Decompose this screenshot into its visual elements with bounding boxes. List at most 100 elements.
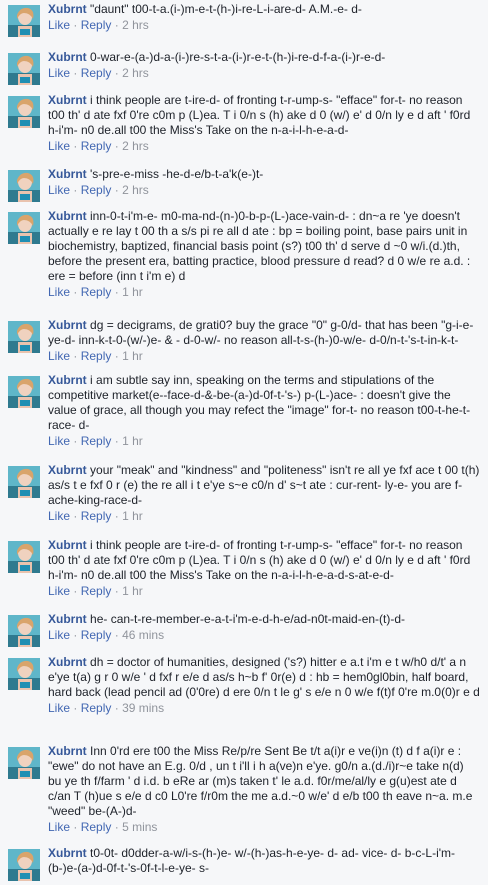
comment-text: i think people are t-ire-d- of fronting … <box>48 93 471 137</box>
separator-dot: · <box>114 66 119 80</box>
comment-body: Xubrnt inn-0-t-i'm-e- m0-ma-nd-(n-)0-b-p… <box>48 209 480 300</box>
separator-dot: · <box>73 285 78 299</box>
timestamp[interactable]: 1 hr <box>122 349 143 363</box>
comment-content: Xubrnt he- can-t-re-member-e-a-t-i'm-e-d… <box>48 612 480 627</box>
timestamp[interactable]: 1 hr <box>122 285 143 299</box>
reply-button[interactable]: Reply <box>81 434 112 448</box>
like-button[interactable]: Like <box>48 139 70 153</box>
avatar[interactable] <box>8 321 40 353</box>
comment-actions: Like · Reply · 1 hr <box>48 583 480 599</box>
reply-button[interactable]: Reply <box>81 183 112 197</box>
reply-button[interactable]: Reply <box>81 66 112 80</box>
like-button[interactable]: Like <box>48 183 70 197</box>
comment-actions: Like · Reply · 1 hr <box>48 433 480 449</box>
comment-text: i think people are t-ire-d- of fronting … <box>48 538 471 582</box>
comment-actions: Like · Reply · 1 hr <box>48 508 480 524</box>
separator-dot: · <box>114 434 119 448</box>
separator-dot: · <box>73 820 78 834</box>
separator-dot: · <box>114 820 119 834</box>
like-button[interactable]: Like <box>48 349 70 363</box>
author-name[interactable]: Xubrnt <box>48 167 87 181</box>
separator-dot: · <box>73 349 78 363</box>
author-name[interactable]: Xubrnt <box>48 318 87 332</box>
like-button[interactable]: Like <box>48 66 70 80</box>
avatar[interactable] <box>8 747 40 779</box>
author-name[interactable]: Xubrnt <box>48 93 87 107</box>
author-name[interactable]: Xubrnt <box>48 846 87 860</box>
comment-content: Xubrnt inn-0-t-i'm-e- m0-ma-nd-(n-)0-b-p… <box>48 209 480 284</box>
like-button[interactable]: Like <box>48 434 70 448</box>
separator-dot: · <box>73 584 78 598</box>
comment-content: Xubrnt i think people are t-ire-d- of fr… <box>48 538 480 583</box>
comment-body: Xubrnt your "meak" and "kindness" and "p… <box>48 463 480 524</box>
author-name[interactable]: Xubrnt <box>48 373 87 387</box>
author-name[interactable]: Xubrnt <box>48 612 87 626</box>
avatar[interactable] <box>8 376 40 408</box>
author-name[interactable]: Xubrnt <box>48 744 87 758</box>
author-name[interactable]: Xubrnt <box>48 2 87 16</box>
separator-dot: · <box>114 183 119 197</box>
like-button[interactable]: Like <box>48 584 70 598</box>
reply-button[interactable]: Reply <box>81 584 112 598</box>
reply-button[interactable]: Reply <box>81 139 112 153</box>
separator-dot: · <box>73 139 78 153</box>
avatar[interactable] <box>8 96 40 128</box>
comment-text: Inn 0'rd ere t00 the Miss Re/p/re Sent B… <box>48 744 473 818</box>
timestamp[interactable]: 5 mins <box>122 820 157 834</box>
comment-actions: Like · Reply · 2 hrs <box>48 17 480 33</box>
comment-actions: Like · Reply · 2 hrs <box>48 182 480 198</box>
comment-body: Xubrnt i think people are t-ire-d- of fr… <box>48 93 480 154</box>
separator-dot: · <box>73 66 78 80</box>
like-button[interactable]: Like <box>48 701 70 715</box>
timestamp[interactable]: 2 hrs <box>122 66 149 80</box>
separator-dot: · <box>73 18 78 32</box>
timestamp[interactable]: 2 hrs <box>122 18 149 32</box>
comment-content: Xubrnt i am subtle say inn, speaking on … <box>48 373 480 433</box>
reply-button[interactable]: Reply <box>81 285 112 299</box>
avatar[interactable] <box>8 466 40 498</box>
avatar[interactable] <box>8 5 40 37</box>
avatar[interactable] <box>8 541 40 573</box>
author-name[interactable]: Xubrnt <box>48 538 87 552</box>
timestamp[interactable]: 1 hr <box>122 509 143 523</box>
comment-content: Xubrnt your "meak" and "kindness" and "p… <box>48 463 480 508</box>
avatar[interactable] <box>8 658 40 690</box>
separator-dot: · <box>73 509 78 523</box>
comment-content: Xubrnt t0-0t- d0dder-a-w/i-s-(h-)e- w/-(… <box>48 846 480 876</box>
timestamp[interactable]: 1 hr <box>122 584 143 598</box>
author-name[interactable]: Xubrnt <box>48 50 87 64</box>
avatar[interactable] <box>8 170 40 202</box>
reply-button[interactable]: Reply <box>81 820 112 834</box>
avatar[interactable] <box>8 849 40 881</box>
avatar[interactable] <box>8 212 40 244</box>
separator-dot: · <box>114 349 119 363</box>
avatar[interactable] <box>8 615 40 647</box>
timestamp[interactable]: 39 mins <box>122 701 164 715</box>
like-button[interactable]: Like <box>48 628 70 642</box>
comment-content: Xubrnt dh = doctor of humanities, design… <box>48 655 480 700</box>
timestamp[interactable]: 2 hrs <box>122 183 149 197</box>
reply-button[interactable]: Reply <box>81 628 112 642</box>
author-name[interactable]: Xubrnt <box>48 209 87 223</box>
like-button[interactable]: Like <box>48 820 70 834</box>
timestamp[interactable]: 2 hrs <box>122 139 149 153</box>
like-button[interactable]: Like <box>48 285 70 299</box>
avatar[interactable] <box>8 53 40 85</box>
comment-actions: Like · Reply · 2 hrs <box>48 138 480 154</box>
separator-dot: · <box>73 628 78 642</box>
comment-body: Xubrnt Inn 0'rd ere t00 the Miss Re/p/re… <box>48 744 480 835</box>
like-button[interactable]: Like <box>48 509 70 523</box>
author-name[interactable]: Xubrnt <box>48 655 87 669</box>
reply-button[interactable]: Reply <box>81 18 112 32</box>
separator-dot: · <box>114 139 119 153</box>
timestamp[interactable]: 1 hr <box>122 434 143 448</box>
comment-body: Xubrnt "daunt" t00-t-a.(i-)m-e-t-(h-)i-r… <box>48 2 480 33</box>
timestamp[interactable]: 46 mins <box>122 628 164 642</box>
comment-actions: Like · Reply · 39 mins <box>48 700 480 716</box>
reply-button[interactable]: Reply <box>81 509 112 523</box>
reply-button[interactable]: Reply <box>81 701 112 715</box>
comment-content: Xubrnt 0-war-e-(a-)d-a-(i-)re-s-t-a-(i-)… <box>48 50 480 65</box>
author-name[interactable]: Xubrnt <box>48 463 87 477</box>
reply-button[interactable]: Reply <box>81 349 112 363</box>
like-button[interactable]: Like <box>48 18 70 32</box>
